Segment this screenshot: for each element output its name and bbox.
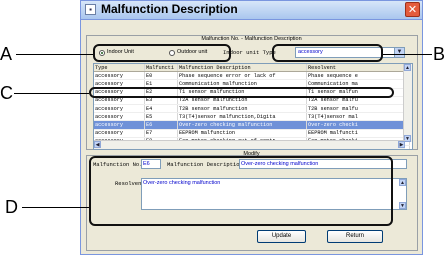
textarea-scroll-up-icon[interactable]: ▲: [399, 179, 406, 186]
callout-c-line: [14, 93, 89, 94]
column-header-resolvent[interactable]: Resolvent: [306, 64, 410, 73]
column-header-type[interactable]: Type: [94, 64, 145, 73]
table-cell: Over-zero checki: [306, 120, 410, 130]
table-cell: T2B sensor malfu: [306, 104, 410, 114]
callout-d-letter: D: [5, 197, 18, 217]
scroll-down-icon[interactable]: ▼: [404, 135, 411, 142]
table-cell: accessory: [94, 71, 145, 81]
table-cell: T3(T4)sensor malfunction,Digita: [177, 112, 307, 122]
column-header-malfunction-no[interactable]: Malfuncti: [144, 64, 178, 73]
callout-c-letter: C: [0, 83, 13, 103]
horizontal-scrollbar[interactable]: ◀ ▶: [94, 140, 405, 149]
table-cell: E0: [144, 71, 178, 81]
scroll-left-icon[interactable]: ◀: [94, 141, 101, 148]
table-cell: Phase sequence error or lack of: [177, 71, 307, 81]
table-row[interactable]: accessory E5 T3(T4)sensor malfunction,Digi…: [94, 112, 410, 122]
table-header-row: Type Malfuncti Malfunction Description R…: [94, 64, 410, 73]
window-title: Malfunction Description: [101, 2, 238, 16]
table-row[interactable]: accessory E6 Over-zero checking malfunctio…: [94, 120, 410, 130]
close-button[interactable]: ✕: [405, 2, 420, 17]
table-cell: E7: [144, 129, 178, 138]
chevron-down-icon[interactable]: ▼: [394, 48, 404, 57]
table-cell: accessory: [94, 129, 145, 138]
table-cell: Phase sequence e: [306, 71, 410, 81]
update-button[interactable]: Update: [257, 230, 306, 243]
table-cell: E6: [144, 120, 178, 130]
vertical-scrollbar[interactable]: ▲ ▼: [403, 64, 412, 142]
table-cell: E4: [144, 104, 178, 114]
list-group-caption: Malfunction No. - Malfunction Descriptio…: [201, 36, 302, 42]
table-cell: accessory: [94, 120, 145, 130]
table-cell: T2B sensor malfunction: [177, 104, 307, 114]
callout-a-letter: A: [0, 44, 13, 64]
callout-a-line: [16, 54, 93, 55]
callout-c-highlight: [89, 87, 394, 98]
callout-d-line: [22, 207, 89, 208]
callout-b-line: [383, 54, 432, 55]
scroll-right-icon[interactable]: ▶: [398, 141, 405, 148]
callout-b-highlight: [272, 44, 383, 62]
table-row[interactable]: accessory E0 Phase sequence error or lack …: [94, 71, 410, 81]
table-cell: EEPROM malfuncti: [306, 129, 410, 138]
table-cell: accessory: [94, 112, 145, 122]
table-row[interactable]: accessory E7 EEPROM malfunction EEPROM malf…: [94, 129, 410, 138]
return-button[interactable]: Return: [327, 230, 383, 243]
callout-a-highlight: [93, 44, 231, 62]
title-bar[interactable]: ▪ Malfunction Description ✕: [81, 1, 422, 20]
scroll-up-icon[interactable]: ▲: [404, 64, 411, 71]
malfunction-table[interactable]: Type Malfuncti Malfunction Description R…: [93, 63, 413, 150]
table-cell: Over-zero checking malfunction: [177, 120, 307, 130]
table-cell: E5: [144, 112, 178, 122]
table-row[interactable]: accessory E4 T2B sensor malfunction T2B sen…: [94, 104, 410, 114]
table-cell: EEPROM malfunction: [177, 129, 307, 138]
window-icon: ▪: [85, 4, 96, 15]
table-cell: accessory: [94, 104, 145, 114]
malfunction-grid: Type Malfuncti Malfunction Description R…: [94, 64, 410, 149]
callout-d-highlight: [89, 156, 393, 226]
column-header-description[interactable]: Malfunction Description: [177, 64, 307, 73]
callout-b-letter: B: [433, 44, 446, 64]
table-cell: T3(T4)sensor mal: [306, 112, 410, 122]
textarea-scroll-down-icon[interactable]: ▼: [399, 202, 406, 209]
